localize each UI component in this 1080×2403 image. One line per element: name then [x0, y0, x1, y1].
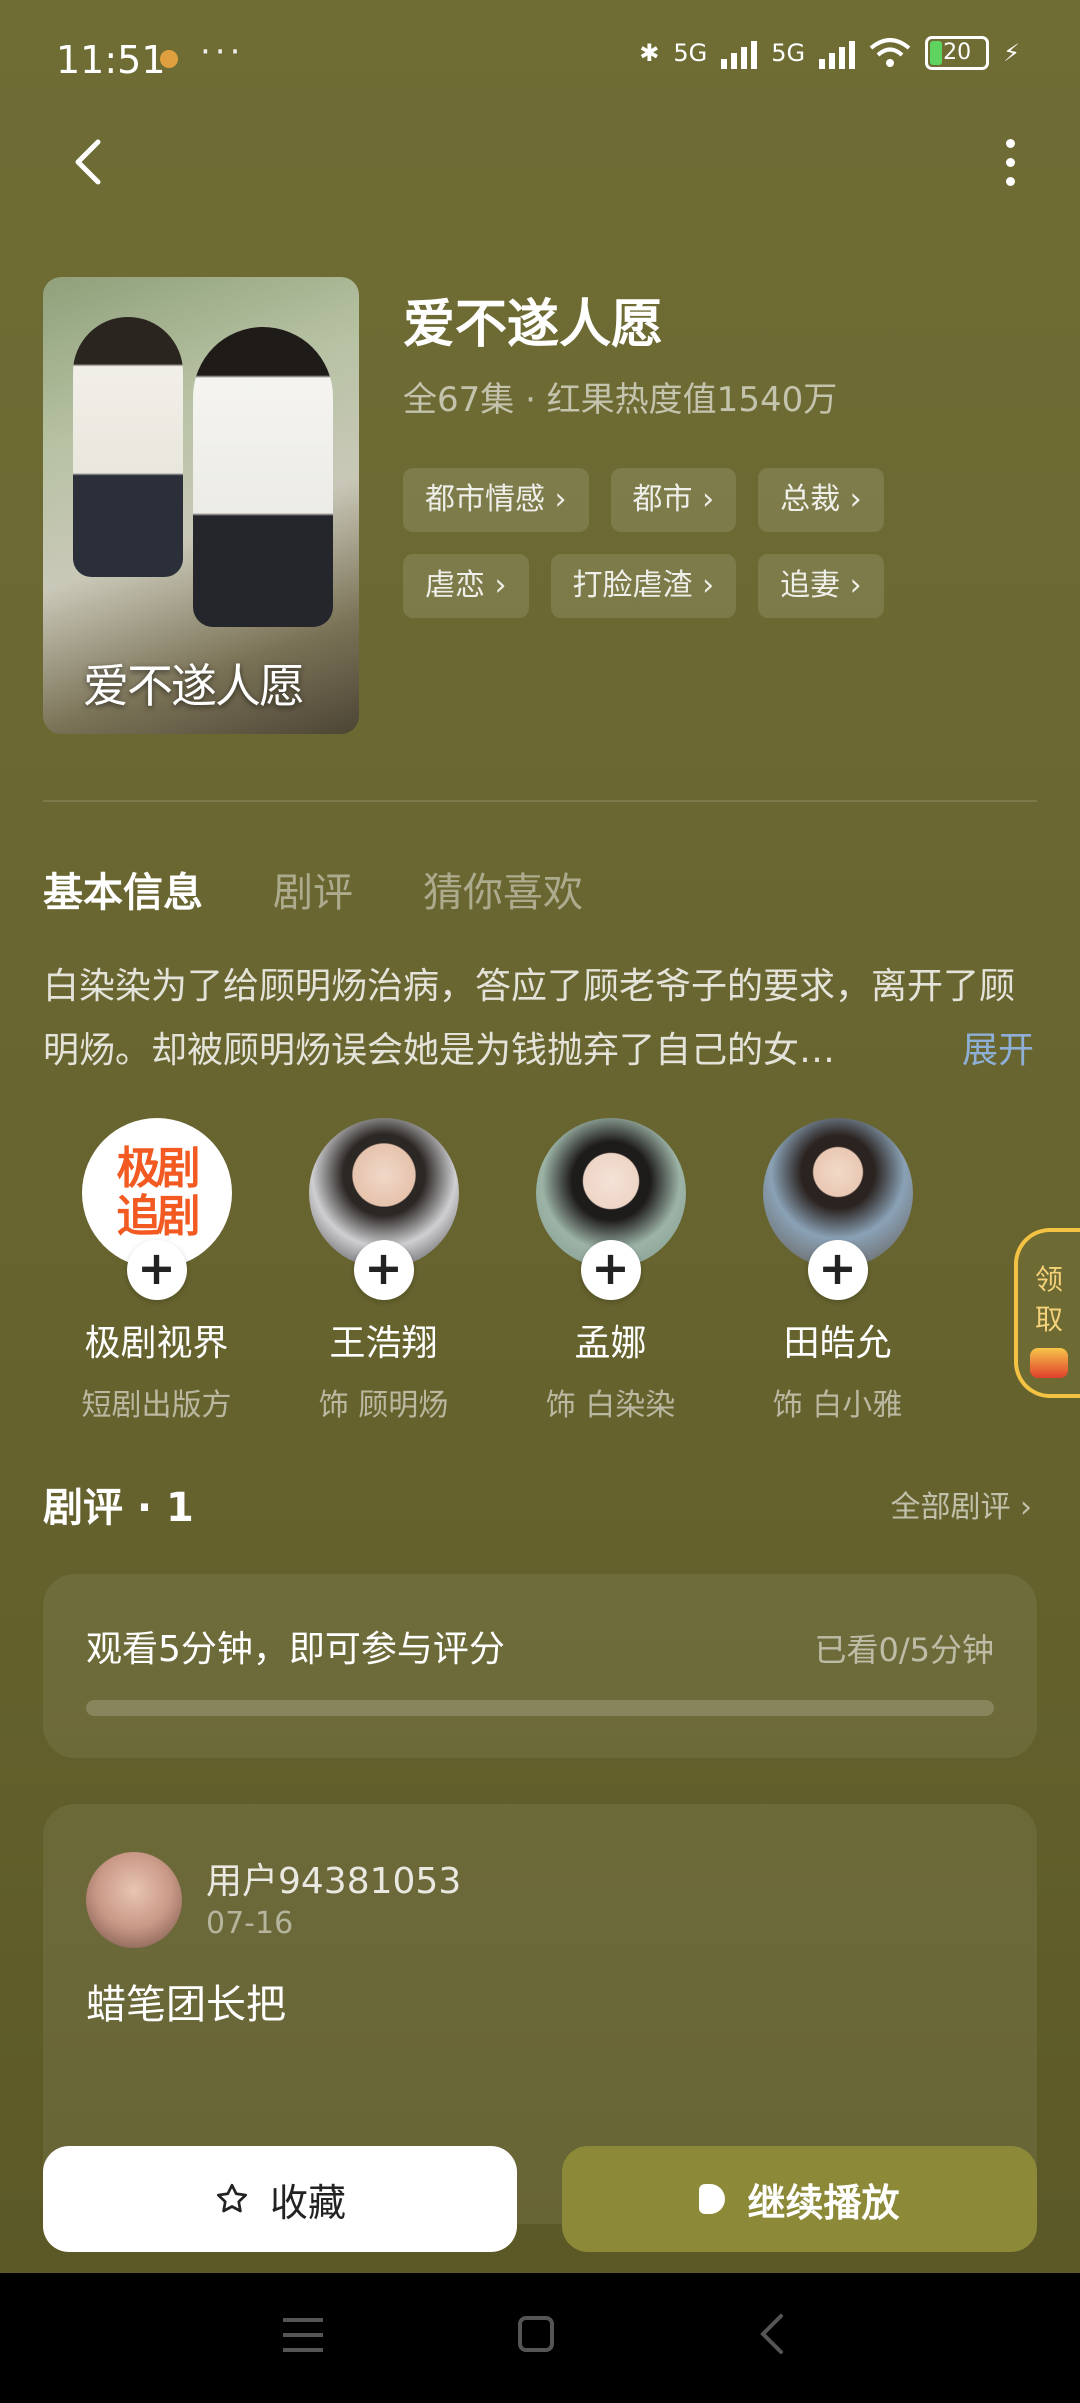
cast-name: 孟娜: [574, 1323, 647, 1364]
drama-poster[interactable]: 爱不遂人愿: [43, 277, 359, 734]
synopsis-text: 白染染为了给顾明炀治病，答应了顾老爷子的要求，离开了顾明炀。却被顾明炀误会她是为…: [43, 966, 1016, 1071]
cast-name: 田皓允: [783, 1323, 892, 1364]
system-back-icon[interactable]: [755, 2312, 791, 2356]
reward-label: 领: [1034, 1263, 1063, 1296]
charging-icon: ⚡: [1003, 39, 1020, 67]
rating-prompt: 观看5分钟，即可参与评分: [86, 1629, 505, 1670]
reviews-section-title: 剧评 · 1: [43, 1485, 194, 1531]
tag-chip[interactable]: 都市情感 ›: [403, 468, 589, 532]
drama-meta: 全67集 · 红果热度值1540万: [403, 380, 838, 420]
more-menu-icon[interactable]: [980, 132, 1040, 192]
tab-basic-info[interactable]: 基本信息: [43, 860, 203, 918]
star-icon: [216, 2183, 247, 2213]
continue-play-label: 继续播放: [747, 2180, 900, 2225]
poster-figure: [193, 327, 333, 627]
cast-role: 饰 白小雅: [772, 1388, 903, 1423]
continue-play-button[interactable]: 继续播放: [562, 2146, 1037, 2252]
favorite-button[interactable]: 收藏: [43, 2146, 517, 2252]
divider: [43, 800, 1037, 802]
poster-title: 爱不遂人愿: [83, 659, 305, 713]
poster-figure: [73, 317, 183, 577]
reward-float-button[interactable]: 领 取: [1014, 1228, 1080, 1398]
follow-plus-icon[interactable]: +: [126, 1240, 187, 1300]
all-reviews-link[interactable]: 全部剧评 ›: [890, 1482, 1032, 1526]
publisher-logo-text: 极剧追剧: [116, 1143, 201, 1242]
cast-role: 饰 白染染: [545, 1388, 676, 1423]
comment-text: 蜡笔团长把: [86, 1982, 286, 2028]
play-icon: [699, 2184, 726, 2214]
cast-item[interactable]: + 田皓允 饰 白小雅: [724, 1118, 951, 1424]
favorite-label: 收藏: [269, 2180, 346, 2225]
signal-icon: [721, 37, 758, 69]
cast-role: 饰 顾明炀: [318, 1388, 449, 1423]
cast-item[interactable]: 极剧追剧 + 极剧视界 短剧出版方: [43, 1118, 270, 1424]
reward-label: 取: [1034, 1303, 1063, 1336]
comment-username: 用户94381053: [206, 1861, 462, 1902]
network-label-1: 5G: [673, 39, 708, 67]
battery-icon: 20: [925, 36, 990, 70]
network-label-2: 5G: [771, 39, 806, 67]
tab-bar: 基本信息 剧评 猜你喜欢: [43, 860, 583, 918]
follow-plus-icon[interactable]: +: [807, 1240, 868, 1300]
cast-list: 极剧追剧 + 极剧视界 短剧出版方 + 王浩翔 饰 顾明炀 + 孟娜 饰 白染染…: [43, 1118, 951, 1424]
watch-progress-bar: [86, 1700, 994, 1716]
cast-role: 短剧出版方: [81, 1388, 232, 1423]
recent-apps-icon[interactable]: [283, 2318, 323, 2352]
back-arrow-icon[interactable]: [60, 132, 120, 192]
watched-progress-text: 已看0/5分钟: [814, 1631, 994, 1669]
signal-icon-2: [819, 37, 856, 69]
tag-chip[interactable]: 总裁 ›: [758, 468, 884, 532]
follow-plus-icon[interactable]: +: [580, 1240, 641, 1300]
cast-name: 极剧视界: [84, 1323, 229, 1364]
tag-chip[interactable]: 虐恋 ›: [403, 554, 529, 618]
cast-item[interactable]: + 孟娜 饰 白染染: [497, 1118, 724, 1424]
wifi-icon: [869, 38, 911, 67]
expand-link[interactable]: 展开: [962, 1019, 1034, 1083]
tag-chip[interactable]: 追妻 ›: [758, 554, 884, 618]
home-icon[interactable]: [518, 2316, 554, 2352]
cast-item[interactable]: + 王浩翔 饰 顾明炀: [270, 1118, 497, 1424]
tag-chip[interactable]: 打脸虐渣 ›: [550, 554, 737, 618]
tab-reviews[interactable]: 剧评: [273, 860, 353, 918]
drama-title: 爱不遂人愿: [403, 295, 664, 355]
notification-icon: [160, 50, 178, 68]
status-icons: ✱ 5G 5G 20 ⚡: [639, 36, 1020, 70]
follow-plus-icon[interactable]: +: [353, 1240, 414, 1300]
cast-name: 王浩翔: [329, 1323, 438, 1364]
bluetooth-icon: ✱: [639, 39, 660, 67]
tag-list: 都市情感 › 都市 › 总裁 › 虐恋 › 打脸虐渣 › 追妻 ›: [403, 468, 923, 618]
more-notifications-icon: ···: [200, 32, 245, 72]
red-envelope-icon: [1030, 1348, 1068, 1378]
avatar[interactable]: [86, 1852, 182, 1948]
tab-recommendations[interactable]: 猜你喜欢: [423, 860, 583, 918]
battery-level: 20: [943, 40, 972, 65]
status-time: 11:51: [56, 38, 166, 82]
tag-chip[interactable]: 都市 ›: [610, 468, 737, 532]
comment-date: 07-16: [206, 1906, 294, 1941]
